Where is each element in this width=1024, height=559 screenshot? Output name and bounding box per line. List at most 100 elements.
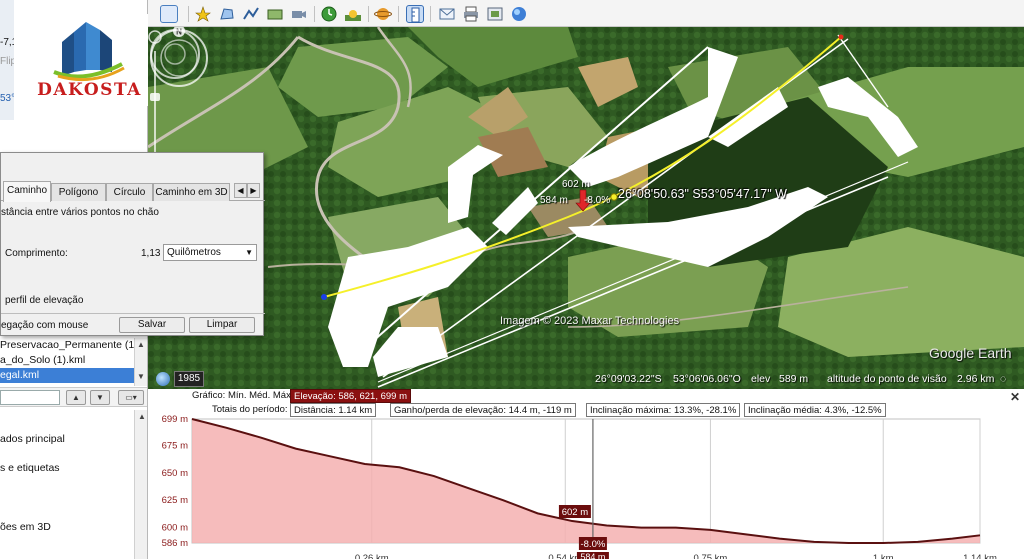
globe-icon (156, 372, 170, 386)
sunlight-button[interactable] (344, 5, 362, 23)
cursor-coordinate-label: 26°08'50.63" S53°05'47.17" W (618, 187, 787, 201)
tab-path[interactable]: Caminho (3, 181, 51, 202)
layer-item[interactable]: ões em 3D (0, 521, 51, 533)
clock-icon (321, 6, 337, 22)
cursor-elevation-label: 602 m (562, 507, 588, 518)
x-tick-label: 1 km (873, 553, 894, 559)
image-overlay-button[interactable] (266, 5, 284, 23)
tab-3d-path[interactable]: Caminho em 3D (153, 183, 230, 201)
ruler-button[interactable] (406, 5, 424, 23)
status-eye-label: altitude do ponto de visão (827, 373, 947, 385)
move-up-button[interactable]: ▲ (66, 390, 86, 405)
sidebar-toggle-button[interactable] (160, 5, 178, 23)
imagery-year-badge[interactable]: 1985 (174, 371, 204, 387)
path-icon (243, 7, 259, 20)
dialog-divider (1, 313, 265, 314)
clear-button[interactable]: Limpar (189, 317, 255, 333)
x-tick-label: 0.75 km (694, 553, 728, 559)
buildings-logo-icon (53, 22, 125, 82)
save-image-icon (487, 7, 503, 21)
camera-icon (292, 11, 306, 18)
loading-spinner-icon: ◌ (1000, 373, 1007, 385)
tab-polygon[interactable]: Polígono (51, 183, 106, 201)
toolbar-separator (314, 6, 315, 22)
ruler-dialog: Caminho Polígono Círculo Caminho em 3D ◀… (0, 152, 265, 336)
sun-icon (345, 10, 361, 21)
chevron-down-icon: ▼ (245, 248, 253, 257)
placemark-button[interactable] (194, 5, 212, 23)
status-elev-value: 589 m (779, 373, 809, 385)
historical-imagery-button[interactable] (320, 5, 338, 23)
length-label: Comprimento: (5, 248, 68, 259)
x-tick-label: 0.26 km (355, 553, 389, 559)
path-end-point[interactable] (838, 34, 844, 40)
places-toolbar: ▲ ▼ ▭▾ (0, 387, 147, 407)
tab-scroll-left-icon[interactable]: ◀ (234, 183, 247, 198)
scroll-up-icon[interactable]: ▲ (137, 340, 145, 349)
y-tick-label: 699 m (162, 414, 188, 425)
company-logo: DAKOSTA (14, 14, 165, 106)
elevation-chart[interactable]: 699 m675 m650 m625 m600 m586 m0.26 km 0.5… (148, 389, 1024, 559)
marker-elevation-label: 602 m (562, 179, 590, 190)
list-item[interactable]: a_do_Solo (1).kml (0, 353, 134, 368)
y-tick-label: 675 m (162, 440, 188, 451)
maps-button[interactable] (510, 5, 528, 23)
folder-button[interactable]: ▭▾ (118, 390, 144, 405)
unit-select[interactable]: Quilômetros ▼ (163, 244, 257, 261)
cursor-point (610, 193, 618, 201)
map-imagery (148, 27, 1024, 389)
polygon-icon (220, 8, 234, 20)
planet-icon (374, 8, 392, 20)
tab-scroll-right-icon[interactable]: ▶ (247, 183, 260, 198)
status-elev-label: elev (751, 373, 771, 385)
email-button[interactable] (438, 5, 456, 23)
save-image-button[interactable] (486, 5, 504, 23)
print-button[interactable] (462, 5, 480, 23)
toolbar-separator (188, 6, 189, 22)
marker-slope-label: -8.0% (584, 195, 611, 206)
scroll-down-icon[interactable]: ▼ (137, 372, 145, 381)
scroll-up-icon[interactable]: ▲ (138, 412, 146, 421)
elevation-profile-panel: Gráfico: Mín. Méd. Máx Elevação: 586, 62… (148, 389, 1024, 559)
places-scrollbar[interactable]: ▲ ▼ (134, 338, 147, 386)
status-latitude: 26°09'03.22"S (595, 373, 662, 385)
list-item[interactable]: Preservacao_Permanente (1)... (0, 338, 134, 353)
image-overlay-icon (267, 9, 283, 20)
unit-select-value: Quilômetros (167, 247, 221, 258)
cursor-distance-label: 584 m (580, 552, 605, 559)
record-tour-button[interactable] (290, 5, 308, 23)
cursor-slope-label: -8.0% (580, 539, 605, 550)
ruler-description: stância entre vários pontos no chão (1, 207, 159, 218)
printer-icon (464, 6, 478, 22)
move-down-button[interactable]: ▼ (90, 390, 110, 405)
list-item[interactable]: egal.kml (0, 368, 134, 383)
length-value: 1,13 (141, 248, 161, 259)
places-list: Preservacao_Permanente (1)... a_do_Solo … (0, 338, 134, 383)
polygon-button[interactable] (218, 5, 236, 23)
x-tick-label: 1.14 km (963, 553, 997, 559)
layers-scrollbar[interactable]: ▲ (134, 410, 147, 559)
imagery-credit: Imagem © 2023 Maxar Technologies (500, 315, 680, 327)
mouse-navigation-option[interactable]: egação com mouse (1, 320, 88, 331)
layer-item[interactable]: ados principal (0, 433, 65, 445)
y-tick-label: 650 m (162, 468, 188, 479)
planets-button[interactable] (374, 5, 392, 23)
elevation-profile-option[interactable]: perfil de elevação (5, 295, 83, 306)
places-search-input[interactable] (0, 390, 60, 405)
path-start-point[interactable] (321, 294, 327, 300)
globe-icon (512, 7, 526, 21)
satellite-map[interactable]: 602 m 584 m -8.0% 26°08'50.63" S53°05'47… (148, 27, 1024, 389)
search-result-fragment: 53° (0, 93, 16, 104)
toolbar-separator (398, 6, 399, 22)
ruler-icon (411, 7, 420, 23)
status-eye-value: 2.96 km (957, 373, 995, 385)
path-button[interactable] (242, 5, 260, 23)
tab-circle[interactable]: Círculo (106, 183, 153, 201)
email-icon (439, 8, 455, 20)
y-tick-label: 600 m (162, 523, 188, 534)
save-button[interactable]: Salvar (119, 317, 185, 333)
layer-item[interactable]: s e etiquetas (0, 462, 60, 474)
y-tick-label: 625 m (162, 495, 188, 506)
toolbar-separator (368, 6, 369, 22)
y-tick-label: 586 m (162, 538, 188, 549)
